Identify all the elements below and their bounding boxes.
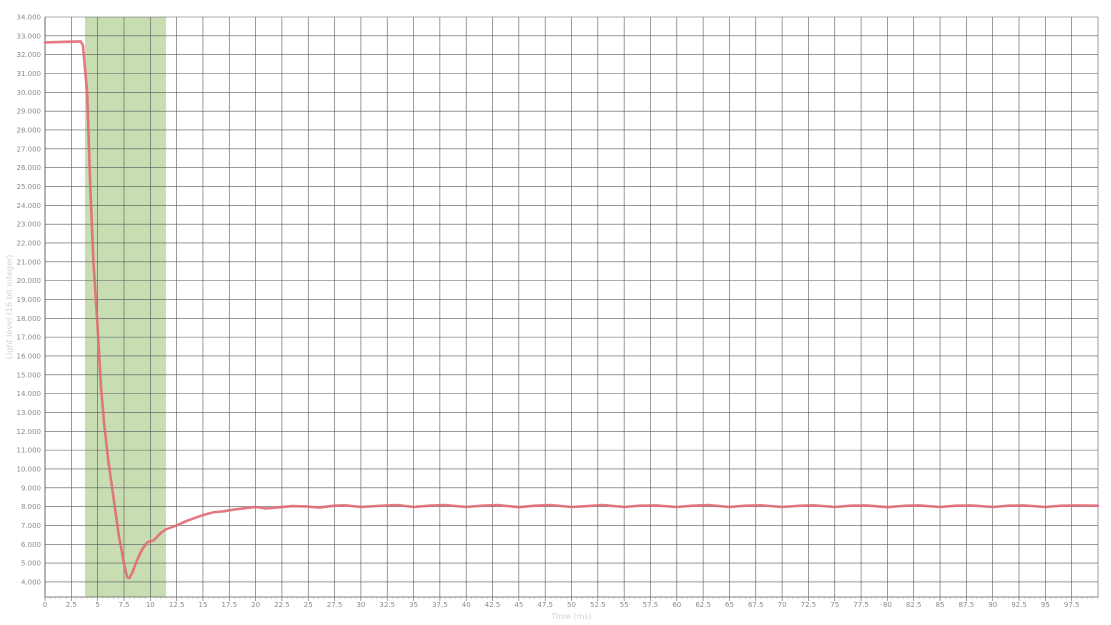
x-tick-label: 55 [620,601,629,609]
x-tick-label: 0 [43,601,47,609]
x-tick-label: 92.5 [1011,601,1027,609]
y-tick-label: 11.000 [17,447,42,455]
y-tick-label: 9.000 [21,484,41,492]
x-tick-label: 62.5 [695,601,711,609]
y-tick-label: 10.000 [17,465,42,473]
x-tick-label: 32.5 [379,601,395,609]
x-tick-label: 65 [725,601,734,609]
y-tick-label: 30.000 [17,89,42,97]
x-tick-label: 7.5 [118,601,129,609]
x-tick-label: 22.5 [274,601,290,609]
x-tick-label: 82.5 [906,601,922,609]
y-tick-label: 33.000 [17,32,42,40]
y-tick-label: 18.000 [17,315,42,323]
x-tick-label: 80 [883,601,892,609]
y-tick-label: 34.000 [17,14,42,22]
y-tick-label: 23.000 [17,221,42,229]
x-tick-label: 87.5 [959,601,975,609]
x-tick-label: 70 [778,601,787,609]
x-tick-label: 42.5 [485,601,501,609]
x-tick-label: 25 [304,601,313,609]
y-tick-label: 19.000 [17,296,42,304]
y-tick-label: 4.000 [21,578,41,586]
y-tick-label: 6.000 [21,541,41,549]
grid-layer [44,16,1099,597]
x-tick-label: 95 [1041,601,1050,609]
x-tick-label: 47.5 [537,601,553,609]
x-tick-label: 40 [462,601,471,609]
x-tick-label: 15 [198,601,207,609]
x-tick-label: 50 [567,601,576,609]
x-tick-label: 17.5 [221,601,237,609]
x-tick-label: 2.5 [66,601,77,609]
y-tick-label: 16.000 [17,352,42,360]
x-tick-label: 12.5 [169,601,185,609]
x-axis-title: Time (ms) [550,612,591,621]
y-tick-label: 8.000 [21,503,41,511]
y-tick-label: 13.000 [17,409,42,417]
x-tick-label: 77.5 [853,601,869,609]
x-tick-label: 20 [251,601,260,609]
line-chart: 0 2.5 5 7.5 10 12.5 15 17.5 20 22.5 25 27.5 30 32.5 35… [5,14,1100,621]
x-tick-label: 72.5 [801,601,817,609]
y-tick-label: 29.000 [17,108,42,116]
x-tick-label: 75 [830,601,839,609]
x-tick-label: 5 [95,601,99,609]
y-tick-label: 26.000 [17,164,42,172]
y-tick-label: 14.000 [17,390,42,398]
tick-label-layer: 0 2.5 5 7.5 10 12.5 15 17.5 20 22.5 25 27.5 30 32.5 35… [17,14,1080,610]
y-tick-label: 24.000 [17,202,42,210]
x-tick-label: 45 [514,601,523,609]
y-tick-label: 12.000 [17,428,42,436]
x-tick-label: 60 [672,601,681,609]
chart-container: 0 2.5 5 7.5 10 12.5 15 17.5 20 22.5 25 27.5 30 32.5 35… [0,0,1111,625]
x-tick-label: 85 [936,601,945,609]
x-tick-label: 37.5 [432,601,448,609]
x-tick-label: 30 [356,601,365,609]
y-tick-label: 31.000 [17,70,42,78]
y-tick-label: 5.000 [21,560,41,568]
y-tick-label: 7.000 [21,522,41,530]
y-tick-label: 32.000 [17,51,42,59]
x-tick-label: 97.5 [1064,601,1080,609]
x-tick-label: 52.5 [590,601,606,609]
x-tick-label: 10 [146,601,155,609]
y-tick-label: 20.000 [17,277,42,285]
x-tick-label: 90 [988,601,997,609]
x-tick-label: 27.5 [327,601,343,609]
x-tick-label: 57.5 [643,601,659,609]
y-tick-label: 27.000 [17,145,42,153]
x-tick-label: 67.5 [748,601,764,609]
y-tick-label: 15.000 [17,371,42,379]
y-axis-title: Light level (16 bit integer) [5,255,14,360]
y-tick-label: 21.000 [17,258,42,266]
x-tick-label: 35 [409,601,418,609]
y-tick-label: 28.000 [17,126,42,134]
y-tick-label: 25.000 [17,183,42,191]
y-tick-label: 22.000 [17,239,42,247]
y-tick-label: 17.000 [17,334,42,342]
